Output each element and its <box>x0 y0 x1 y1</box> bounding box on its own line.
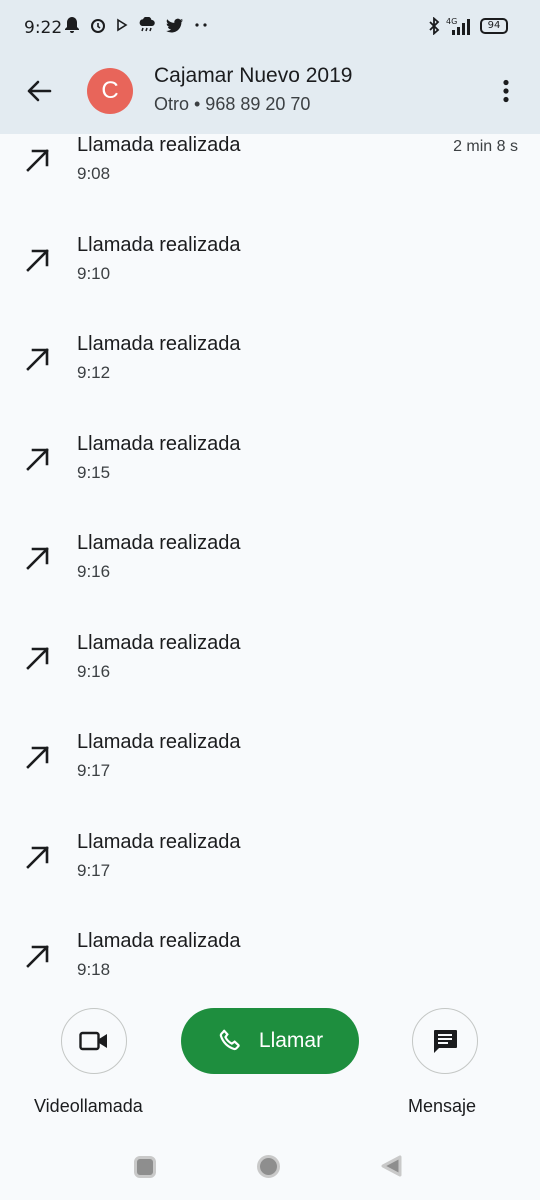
navigation-bar <box>0 1140 540 1200</box>
status-time: 9:22 <box>24 18 63 38</box>
play-icon <box>117 18 128 32</box>
call-time: 9:10 <box>77 263 111 283</box>
call-time: 9:17 <box>77 860 111 880</box>
status-system-icons: 4G 94 <box>428 16 508 36</box>
call-history-list[interactable]: Llamada realizada 9:08 2 min 8 s Llamada re… <box>0 134 540 994</box>
app-header: 9:22 4G 94 C Cajamar Nuevo 2019 Otro • 9… <box>0 0 540 134</box>
outgoing-call-arrow-icon <box>26 149 49 172</box>
call-type-label: Llamada realizada <box>77 631 241 654</box>
outgoing-call-arrow-icon <box>26 547 49 570</box>
call-time: 9:08 <box>77 164 111 183</box>
contact-subtitle: Otro • 968 89 20 70 <box>154 94 311 114</box>
call-button-label: Llamar <box>258 1029 324 1052</box>
call-time: 9:15 <box>77 462 111 482</box>
outgoing-call-arrow-icon <box>26 945 49 968</box>
message-icon <box>434 1030 457 1053</box>
call-history-item[interactable]: Llamada realizada 9:17 <box>0 823 540 923</box>
call-type-label: Llamada realizada <box>77 134 241 156</box>
weather-icon <box>139 17 155 32</box>
network-type-label: 4G <box>446 17 457 26</box>
outgoing-call-arrow-icon <box>26 746 49 769</box>
phone-icon <box>219 1029 240 1051</box>
alarm-icon <box>91 19 105 33</box>
call-type-label: Llamada realizada <box>77 532 241 554</box>
video-call-label: Videollamada <box>34 1096 143 1116</box>
back-arrow-icon <box>27 80 52 102</box>
outgoing-call-arrow-icon <box>26 248 49 272</box>
call-history-item[interactable]: Llamada realizada 9:18 <box>0 922 540 994</box>
status-notification-icons <box>64 16 208 34</box>
call-time: 9:16 <box>77 661 111 681</box>
call-type-label: Llamada realizada <box>77 333 241 355</box>
call-time: 9:12 <box>77 363 111 382</box>
contact-avatar: C <box>87 68 133 114</box>
back-button[interactable] <box>18 70 60 112</box>
call-type-label: Llamada realizada <box>77 830 241 853</box>
more-vert-icon <box>503 79 509 103</box>
twitter-icon <box>166 18 183 32</box>
battery-icon: 94 <box>480 18 508 34</box>
call-type-label: Llamada realizada <box>77 233 241 256</box>
call-type-label: Llamada realizada <box>77 731 241 753</box>
video-camera-icon <box>79 1031 107 1051</box>
contact-name: Cajamar Nuevo 2019 <box>154 64 353 87</box>
call-time: 9:18 <box>77 960 111 979</box>
back-nav-icon[interactable] <box>380 1154 404 1178</box>
outgoing-call-arrow-icon <box>26 348 49 371</box>
bluetooth-icon <box>429 17 440 35</box>
signal-icon: 4G <box>446 17 470 35</box>
more-options-button[interactable] <box>490 70 522 112</box>
call-history-item[interactable]: Llamada realizada 9:16 <box>0 624 540 724</box>
home-nav-icon[interactable] <box>257 1155 280 1178</box>
message-label: Mensaje <box>408 1096 477 1116</box>
call-history-item[interactable]: Llamada realizada 9:12 <box>0 325 540 425</box>
more-dots-icon <box>195 23 207 27</box>
call-duration: 2 min 8 s <box>453 138 518 155</box>
message-button[interactable] <box>412 1008 478 1074</box>
call-history-item[interactable]: Llamada realizada 9:17 <box>0 723 540 823</box>
call-history-item[interactable]: Llamada realizada 9:08 2 min 8 s <box>0 134 540 226</box>
call-type-label: Llamada realizada <box>77 930 241 952</box>
call-history-item[interactable]: Llamada realizada 9:16 <box>0 524 540 624</box>
outgoing-call-arrow-icon <box>26 447 49 471</box>
call-time: 9:17 <box>77 761 111 780</box>
status-bar: 9:22 4G 94 <box>0 0 540 58</box>
notification-bell-icon <box>65 17 79 33</box>
call-details-screen: 9:22 4G 94 C Cajamar Nuevo 2019 Otro • 9… <box>0 0 540 1200</box>
call-type-label: Llamada realizada <box>77 432 241 455</box>
call-time: 9:16 <box>77 562 111 581</box>
recents-nav-icon[interactable] <box>134 1156 156 1178</box>
outgoing-call-arrow-icon <box>26 845 49 869</box>
video-call-button[interactable] <box>61 1008 127 1074</box>
call-button[interactable]: Llamar <box>181 1008 359 1074</box>
call-history-item[interactable]: Llamada realizada 9:15 <box>0 425 540 525</box>
outgoing-call-arrow-icon <box>26 646 49 670</box>
call-history-item[interactable]: Llamada realizada 9:10 <box>0 226 540 326</box>
